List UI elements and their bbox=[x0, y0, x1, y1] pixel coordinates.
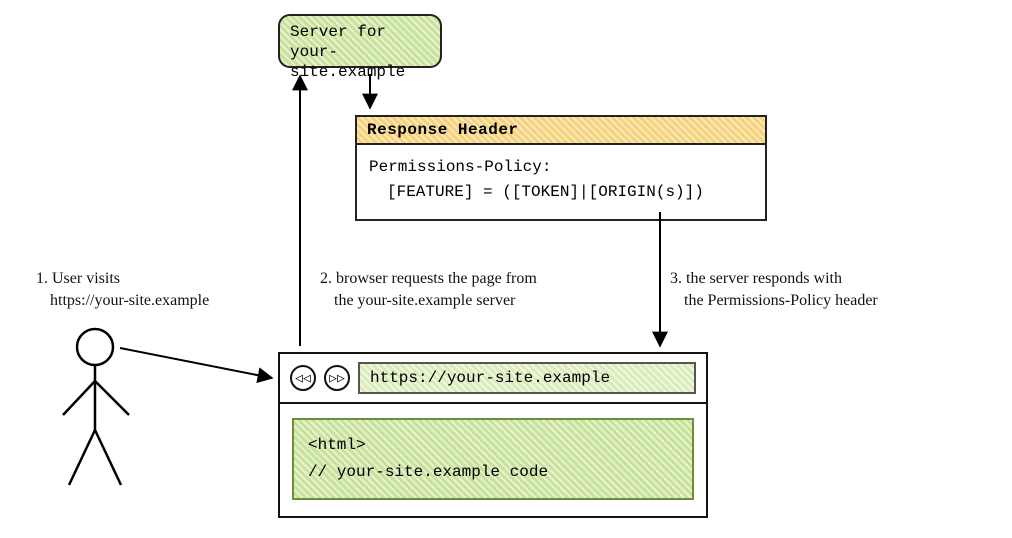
response-header-title: Response Header bbox=[357, 117, 765, 145]
browser-viewport: <html> // your-site.example code bbox=[280, 404, 706, 516]
code-line-2: // your-site.example code bbox=[308, 459, 678, 486]
back-button[interactable]: ◁◁ bbox=[290, 365, 316, 391]
caption-step-2-line2: the your-site.example server bbox=[320, 290, 620, 312]
caption-step-3-line2: the Permissions-Policy header bbox=[670, 290, 970, 312]
server-label-line2: your-site.example bbox=[290, 42, 430, 82]
caption-step-2: 2. browser requests the page from the yo… bbox=[320, 268, 620, 311]
browser-window: ◁◁ ▷▷ https://your-site.example <html> /… bbox=[278, 352, 708, 518]
response-header-box: Response Header Permissions-Policy: [FEA… bbox=[355, 115, 767, 221]
fast-forward-icon: ▷▷ bbox=[329, 371, 345, 386]
caption-step-3-line1: 3. the server responds with bbox=[670, 268, 970, 290]
user-icon bbox=[55, 325, 155, 495]
code-line-1: <html> bbox=[308, 432, 678, 459]
forward-button[interactable]: ▷▷ bbox=[324, 365, 350, 391]
caption-step-2-line1: 2. browser requests the page from bbox=[320, 268, 620, 290]
server-box: Server for your-site.example bbox=[278, 14, 442, 68]
rewind-icon: ◁◁ bbox=[295, 371, 311, 386]
server-label-line1: Server for bbox=[290, 22, 430, 42]
caption-step-1-line1: 1. User visits bbox=[36, 268, 266, 290]
response-header-body: Permissions-Policy: [FEATURE] = ([TOKEN]… bbox=[357, 145, 765, 219]
caption-step-1-line2: https://your-site.example bbox=[36, 290, 266, 312]
page-code-block: <html> // your-site.example code bbox=[292, 418, 694, 500]
response-header-line2: [FEATURE] = ([TOKEN]|[ORIGIN(s)]) bbox=[369, 180, 753, 205]
address-bar[interactable]: https://your-site.example bbox=[358, 362, 696, 394]
caption-step-1: 1. User visits https://your-site.example bbox=[36, 268, 266, 311]
caption-step-3: 3. the server responds with the Permissi… bbox=[670, 268, 970, 311]
response-header-line1: Permissions-Policy: bbox=[369, 155, 753, 180]
browser-toolbar: ◁◁ ▷▷ https://your-site.example bbox=[280, 354, 706, 404]
